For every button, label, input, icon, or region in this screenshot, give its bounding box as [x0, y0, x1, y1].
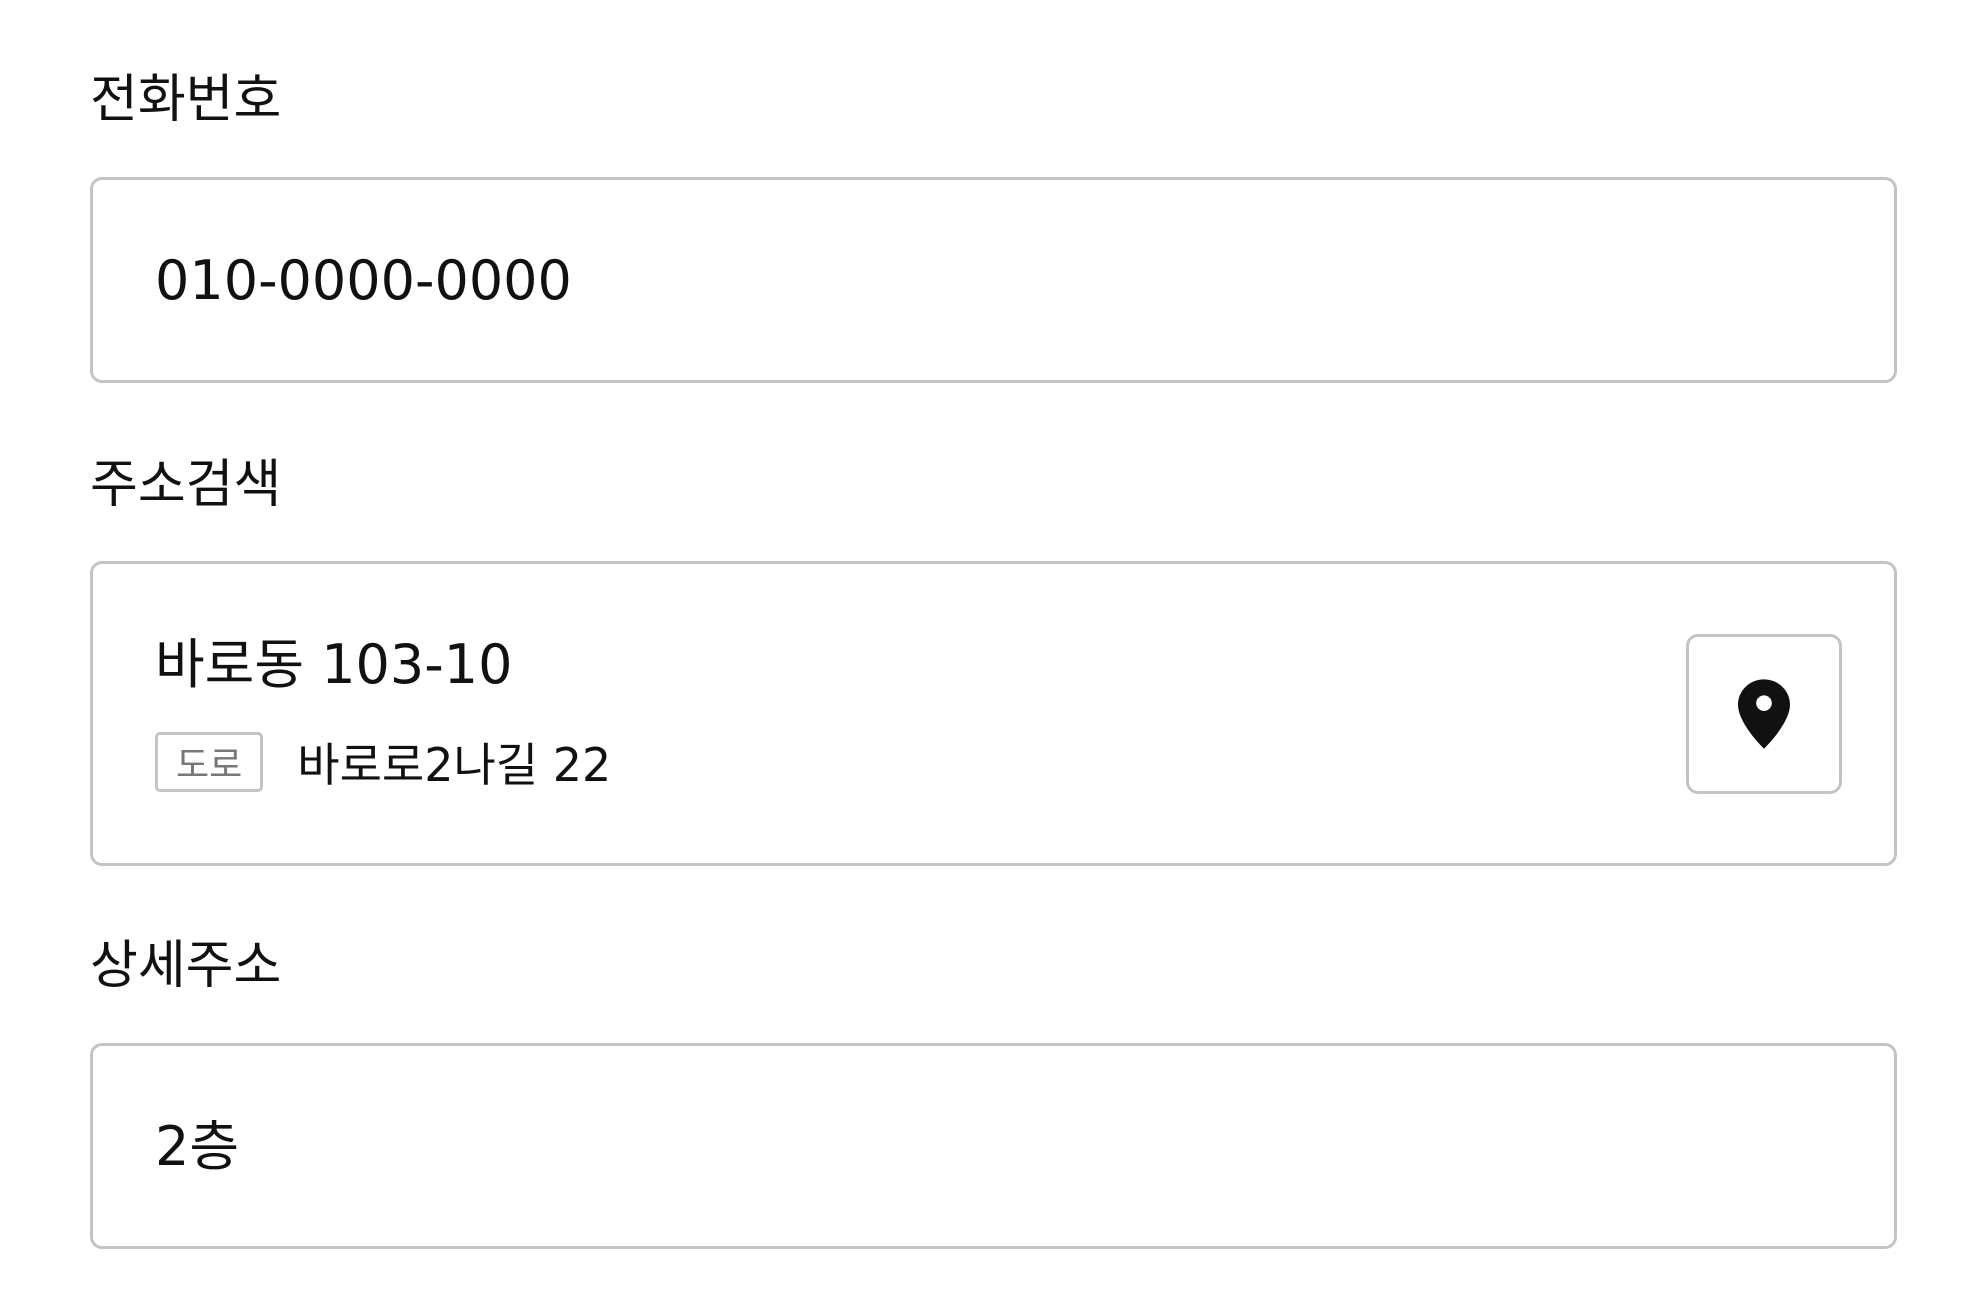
road-badge: 도로 — [155, 732, 264, 792]
map-pin-icon — [1738, 679, 1790, 749]
lot-address-value: 바로동 103-10 — [155, 633, 513, 696]
road-address-row: 도로 바로로2나길 22 — [155, 732, 611, 792]
detail-address-value: 2층 — [155, 1115, 240, 1178]
detail-address-label: 상세주소 — [90, 936, 282, 996]
map-location-button[interactable] — [1686, 634, 1842, 794]
detail-address-field[interactable]: 2층 — [90, 1043, 1897, 1249]
address-search-label: 주소검색 — [90, 455, 282, 515]
phone-value: 010-0000-0000 — [155, 249, 572, 312]
phone-label: 전화번호 — [90, 70, 282, 130]
address-search-field[interactable]: 바로동 103-10 도로 바로로2나길 22 — [90, 561, 1897, 866]
phone-field[interactable]: 010-0000-0000 — [90, 177, 1897, 383]
road-address-value: 바로로2나길 22 — [297, 738, 612, 792]
